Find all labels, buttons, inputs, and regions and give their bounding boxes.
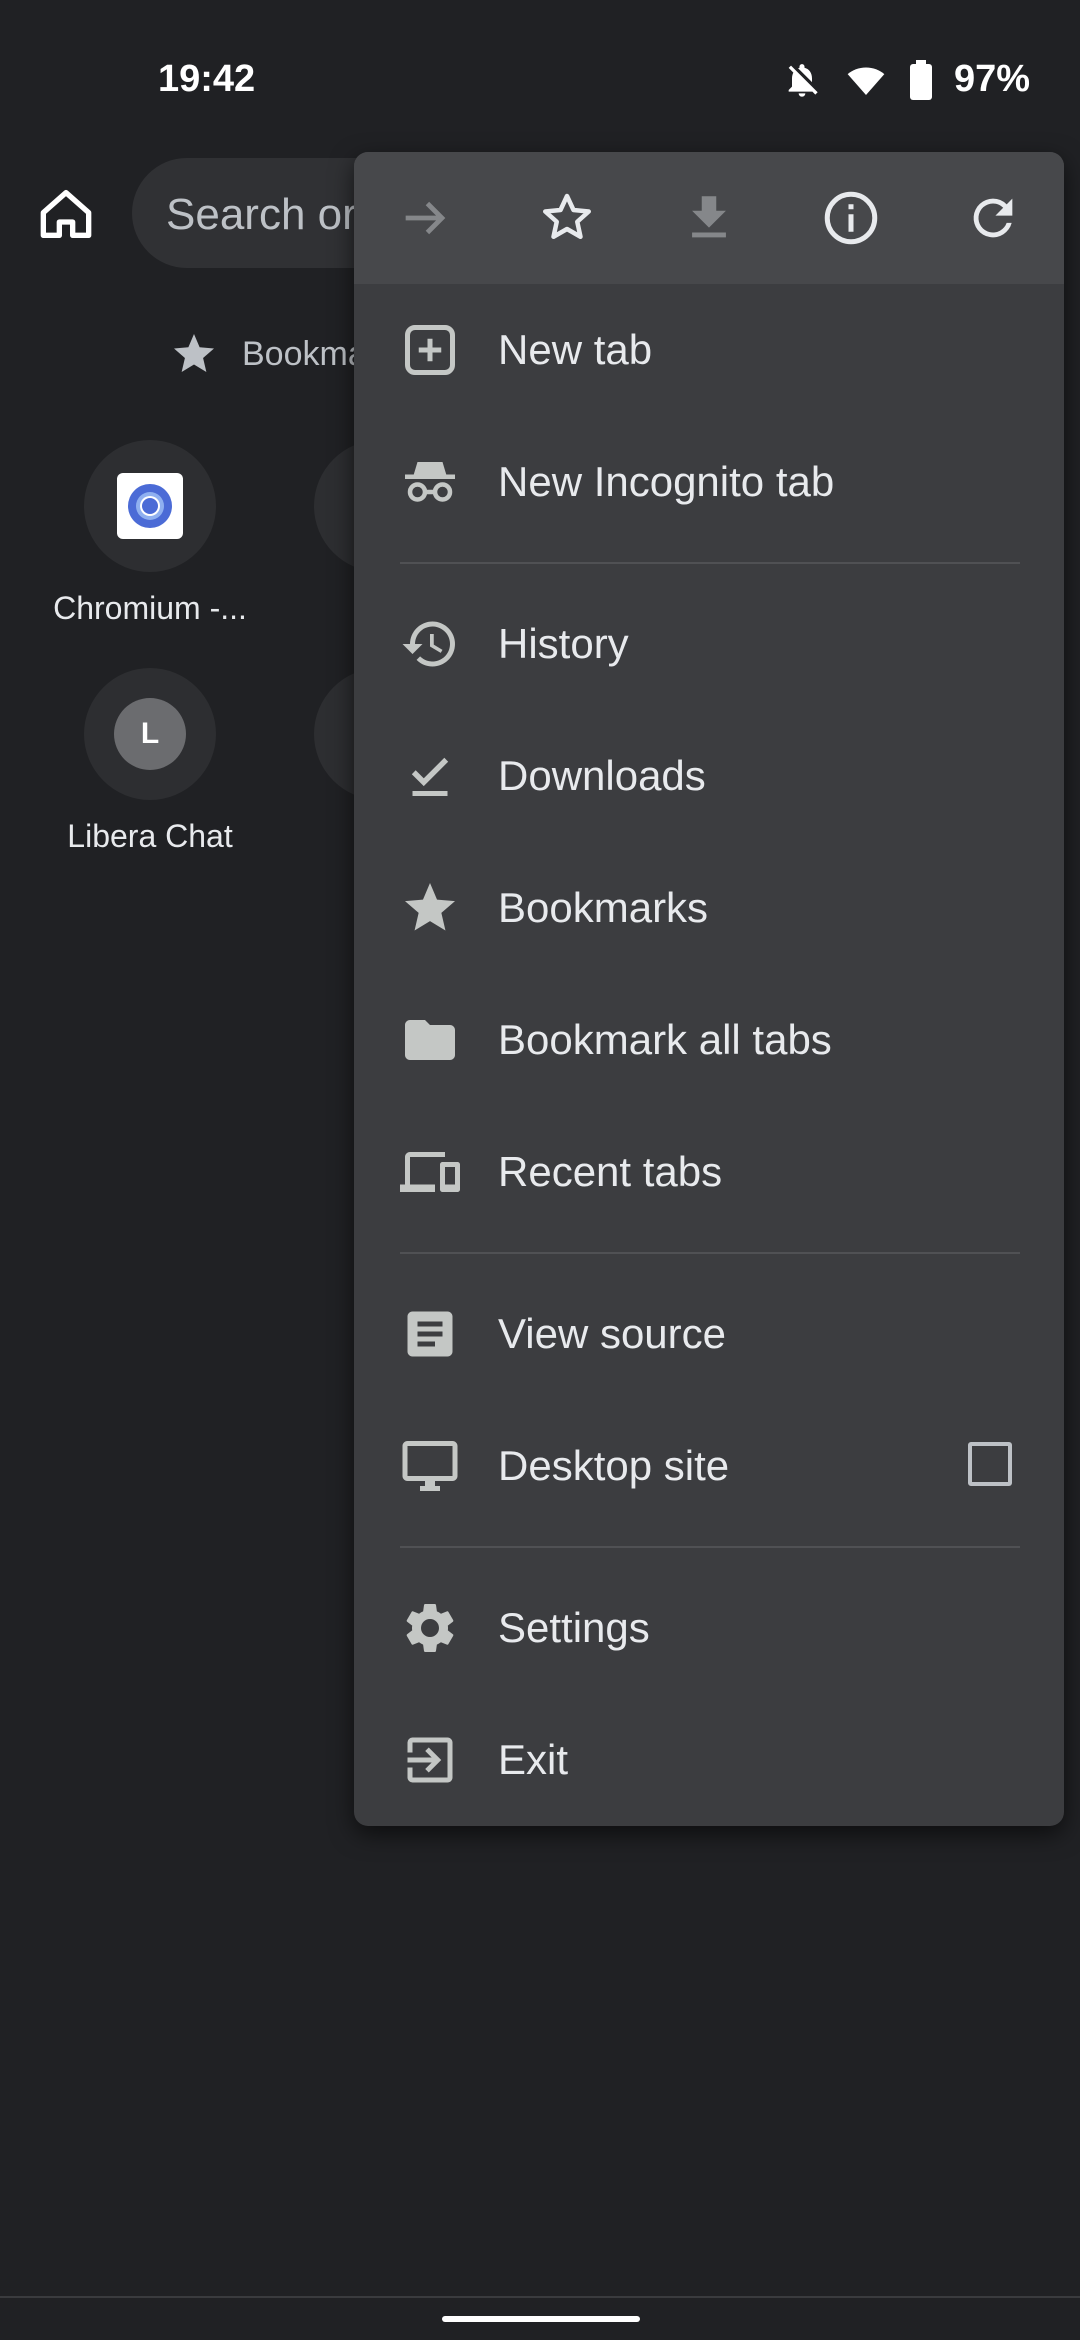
star-icon bbox=[405, 883, 455, 931]
tile-libera-chat[interactable]: L Libera Chat bbox=[35, 668, 265, 855]
downloads-done-icon bbox=[411, 757, 449, 796]
menu-action-bar bbox=[354, 152, 1064, 284]
reload-button[interactable] bbox=[922, 152, 1064, 284]
menu-item-label: Bookmarks bbox=[498, 884, 709, 931]
overflow-menu: New tab New Incognito tab History Downlo… bbox=[354, 152, 1064, 1826]
menu-item-bookmarks[interactable]: Bookmarks bbox=[354, 842, 1064, 974]
menu-item-new-incognito-tab[interactable]: New Incognito tab bbox=[354, 416, 1064, 548]
menu-item-bookmark-all-tabs[interactable]: Bookmark all tabs bbox=[354, 974, 1064, 1106]
status-time: 19:42 bbox=[158, 58, 256, 100]
home-button[interactable] bbox=[34, 182, 98, 246]
menu-item-label: Exit bbox=[498, 1736, 569, 1783]
menu-divider bbox=[400, 1546, 1020, 1548]
tile-icon-container bbox=[84, 440, 216, 572]
bookmarks-shortcut-label: Bookma bbox=[242, 334, 367, 373]
forward-button[interactable] bbox=[354, 152, 496, 284]
download-icon bbox=[692, 196, 726, 238]
devices-icon bbox=[400, 1152, 460, 1192]
menu-item-view-source[interactable]: View source bbox=[354, 1268, 1064, 1400]
folder-icon bbox=[405, 1020, 455, 1060]
article-icon bbox=[407, 1311, 453, 1357]
refresh-icon bbox=[973, 198, 1013, 238]
gear-icon bbox=[406, 1603, 454, 1652]
page-info-button[interactable] bbox=[780, 152, 922, 284]
menu-item-desktop-site[interactable]: Desktop site bbox=[354, 1400, 1064, 1532]
bookmark-page-button[interactable] bbox=[496, 152, 638, 284]
wifi-icon bbox=[844, 60, 888, 100]
home-icon bbox=[40, 190, 92, 238]
info-icon bbox=[824, 191, 878, 245]
star-icon bbox=[174, 334, 214, 372]
tile-icon-container: L bbox=[84, 668, 216, 800]
menu-item-label: Recent tabs bbox=[498, 1148, 723, 1195]
menu-item-label: New tab bbox=[498, 326, 653, 373]
battery-percent: 97% bbox=[953, 58, 1030, 100]
add-box-icon bbox=[405, 325, 455, 375]
nav-bar-divider bbox=[0, 2296, 1080, 2298]
incognito-icon bbox=[405, 462, 455, 502]
menu-item-recent-tabs[interactable]: Recent tabs bbox=[354, 1106, 1064, 1238]
star-outline-icon bbox=[543, 193, 591, 239]
gesture-handle[interactable] bbox=[442, 2316, 640, 2322]
menu-divider bbox=[400, 562, 1020, 564]
download-page-button[interactable] bbox=[638, 152, 780, 284]
menu-item-label: Bookmark all tabs bbox=[498, 1016, 832, 1063]
menu-item-history[interactable]: History bbox=[354, 578, 1064, 710]
menu-item-label: View source bbox=[498, 1310, 727, 1357]
menu-item-label: History bbox=[498, 620, 629, 667]
tile-chromium[interactable]: Chromium -... bbox=[35, 440, 265, 627]
exit-icon bbox=[407, 1737, 453, 1783]
menu-divider bbox=[400, 1252, 1020, 1254]
menu-item-label: Desktop site bbox=[498, 1442, 730, 1489]
letter-icon: L bbox=[114, 698, 186, 770]
bookmarks-shortcut[interactable]: Bookma bbox=[170, 330, 367, 378]
desktop-site-checkbox[interactable] bbox=[968, 1442, 1012, 1486]
tile-label: Chromium -... bbox=[53, 590, 247, 626]
history-icon bbox=[402, 621, 455, 667]
menu-item-downloads[interactable]: Downloads bbox=[354, 710, 1064, 842]
menu-item-label: Settings bbox=[498, 1604, 650, 1651]
arrow-forward-icon bbox=[405, 201, 446, 235]
notifications-off-icon bbox=[782, 60, 822, 100]
chromium-icon bbox=[117, 473, 183, 539]
status-icons: 97% bbox=[782, 58, 1030, 101]
menu-item-new-tab[interactable]: New tab bbox=[354, 284, 1064, 416]
desktop-icon bbox=[402, 1441, 458, 1491]
battery-icon bbox=[909, 59, 932, 100]
menu-item-settings[interactable]: Settings bbox=[354, 1562, 1064, 1694]
menu-item-label: Downloads bbox=[498, 752, 706, 799]
menu-item-exit[interactable]: Exit bbox=[354, 1694, 1064, 1826]
tile-label: Libera Chat bbox=[67, 818, 233, 854]
menu-item-label: New Incognito tab bbox=[498, 458, 835, 505]
omnibox-placeholder: Search or bbox=[166, 190, 357, 239]
